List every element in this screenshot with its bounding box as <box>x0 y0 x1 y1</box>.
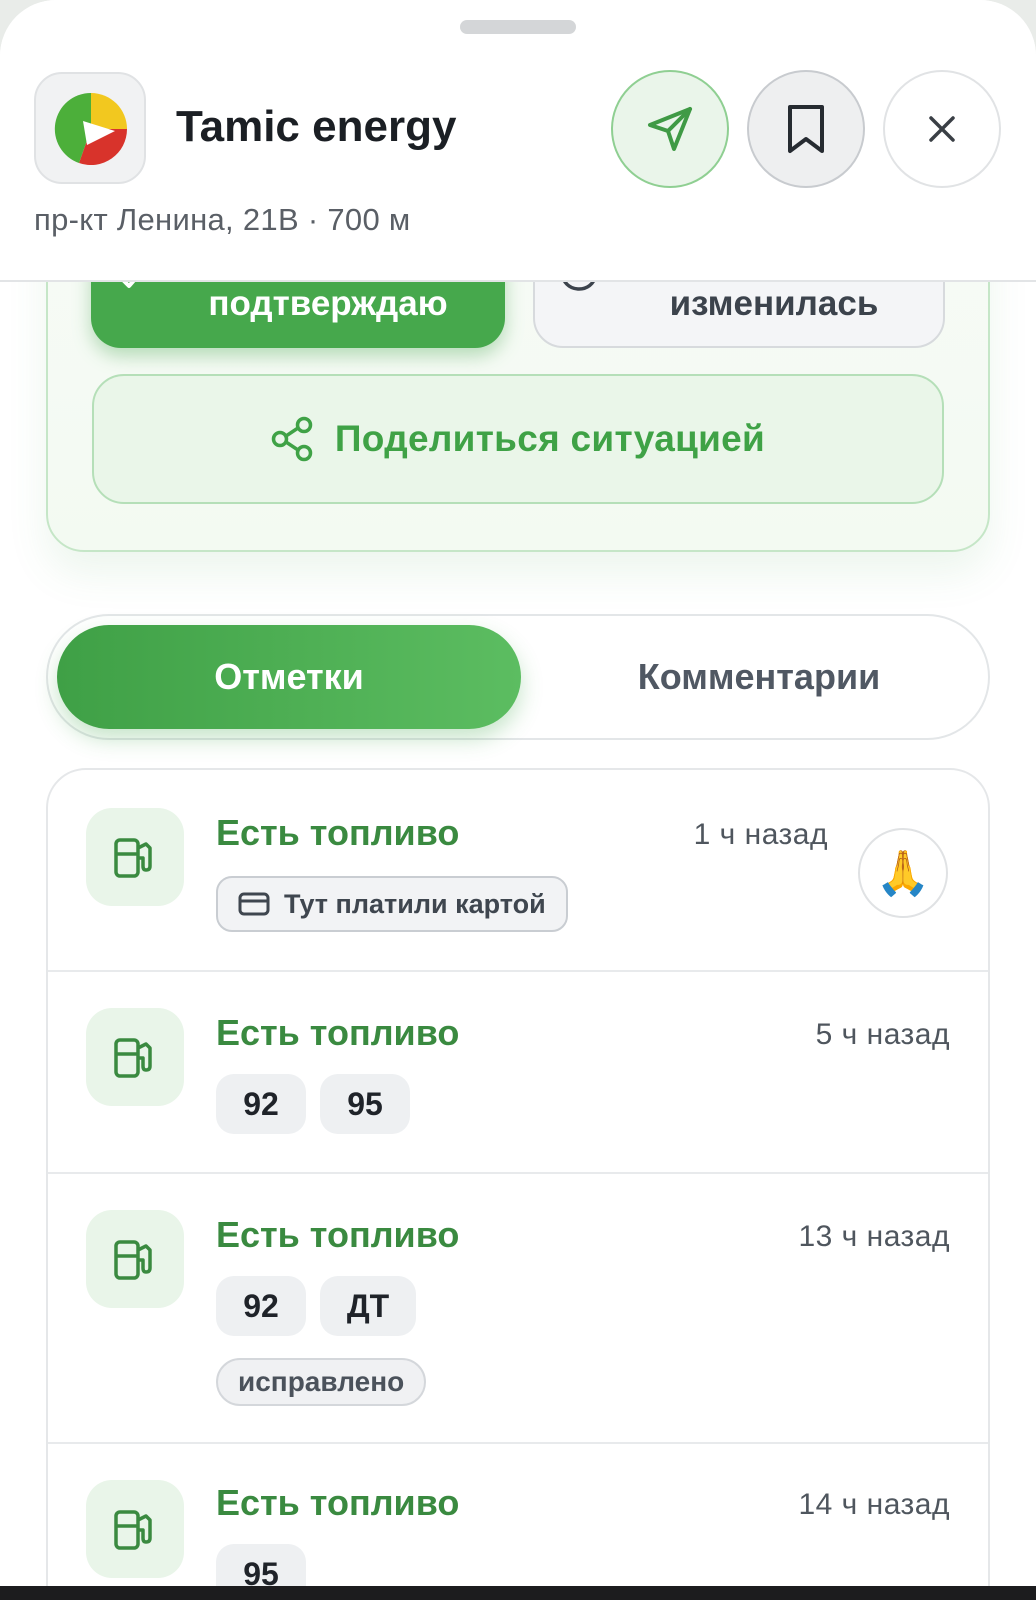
fuel-chip: 95 <box>320 1074 410 1134</box>
fuel-chip: ДТ <box>320 1276 416 1336</box>
item-time: 1 ч назад <box>693 818 828 851</box>
drag-handle[interactable] <box>460 20 576 34</box>
status-changed-label: изменилась <box>669 284 879 323</box>
bookmark-icon <box>788 105 824 153</box>
item-title: Есть топливо <box>216 1214 460 1255</box>
item-title: Есть топливо <box>216 1482 460 1523</box>
item-title: Есть топливо <box>216 812 460 853</box>
tab-bar: Отметки Комментарии <box>46 614 990 740</box>
item-time: 5 ч назад <box>815 1018 950 1051</box>
feed-item[interactable]: Есть топливо 1 ч назад Тут платили карто… <box>48 770 988 970</box>
bookmark-button[interactable] <box>747 70 865 188</box>
share-icon <box>271 416 313 462</box>
system-bottom-bar <box>0 1586 1036 1600</box>
close-icon <box>929 116 955 142</box>
share-situation-button[interactable]: Поделиться ситуацией <box>92 374 944 504</box>
marks-feed: Есть топливо 1 ч назад Тут платили карто… <box>46 768 990 1586</box>
fuel-pump-icon <box>86 1210 184 1308</box>
fuel-chip: 92 <box>216 1276 306 1336</box>
share-situation-label: Поделиться ситуацией <box>334 418 766 459</box>
tab-comments[interactable]: Комментарии <box>534 625 984 729</box>
tab-marks[interactable]: Отметки <box>57 625 521 729</box>
distance-text: 700 м <box>327 202 411 237</box>
fuel-pump-icon <box>86 808 184 906</box>
payment-note-chip: Тут платили картой <box>216 876 568 932</box>
item-time: 13 ч назад <box>798 1220 950 1253</box>
station-title: Tamic energy <box>176 102 457 151</box>
close-button[interactable] <box>883 70 1001 188</box>
payment-note-label: Тут платили картой <box>284 888 546 919</box>
separator: · <box>298 202 328 237</box>
feed-item[interactable]: Есть топливо 14 ч назад 95 <box>48 1444 988 1586</box>
fuel-chip: 92 <box>216 1074 306 1134</box>
tamic-logo-icon <box>54 92 128 166</box>
sheet-header: Tamic energy пр-кт Ленина, 21В · 700 м <box>0 0 1036 282</box>
navigate-button[interactable] <box>611 70 729 188</box>
navigation-arrow-icon <box>648 107 692 151</box>
bottom-sheet: подтверждаю изменилась Поделиться ситуац… <box>0 0 1036 1586</box>
station-address: пр-кт Ленина, 21В · 700 м <box>34 202 411 238</box>
confirm-button-label: подтверждаю <box>208 284 448 323</box>
fuel-pump-icon <box>86 1480 184 1578</box>
reaction-button[interactable]: 🙏 <box>858 828 948 918</box>
corrected-tag: исправлено <box>216 1358 427 1406</box>
item-time: 14 ч назад <box>798 1488 950 1521</box>
fuel-chip: 95 <box>216 1544 306 1586</box>
item-title: Есть топливо <box>216 1012 460 1053</box>
address-text: пр-кт Ленина, 21В <box>34 202 299 237</box>
feed-item[interactable]: Есть топливо 5 ч назад 92 95 <box>48 972 988 1172</box>
credit-card-icon <box>238 892 270 916</box>
feed-item[interactable]: Есть топливо 13 ч назад 92 ДТ исправлено <box>48 1174 988 1442</box>
station-logo <box>34 72 146 184</box>
fuel-pump-icon <box>86 1008 184 1106</box>
